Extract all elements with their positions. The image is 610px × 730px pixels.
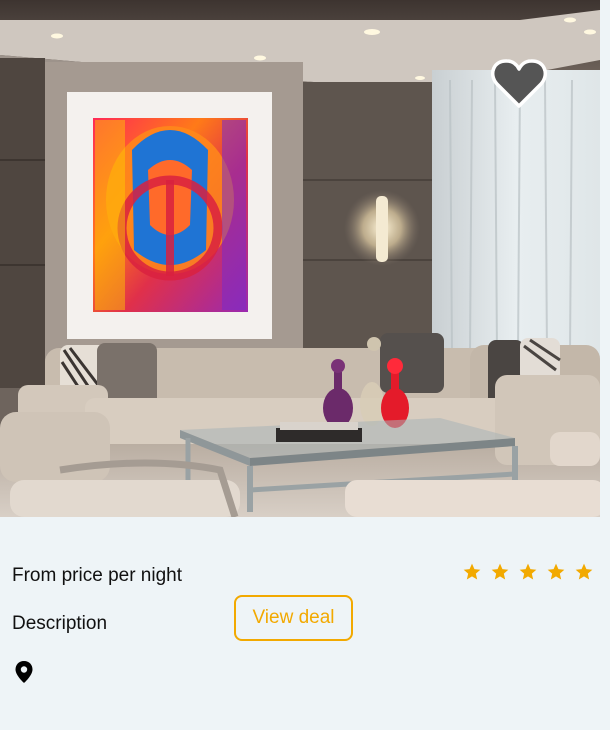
listing-photo[interactable] — [0, 0, 600, 517]
star-icon — [575, 563, 593, 580]
view-deal-button[interactable]: View deal — [234, 595, 353, 641]
rating-stars — [462, 562, 594, 582]
star-icon — [519, 563, 537, 580]
price-label: From price per night — [12, 565, 183, 586]
star-icon — [491, 563, 509, 580]
listing-info: From price per night Description View de — [0, 517, 610, 730]
description-label: Description — [12, 613, 108, 634]
favorite-heart-icon[interactable] — [489, 56, 549, 112]
star-icon — [463, 563, 481, 580]
location-pin-icon — [15, 661, 33, 683]
star-icon — [547, 563, 565, 580]
listing-card: From price per night Description View de — [0, 0, 610, 730]
